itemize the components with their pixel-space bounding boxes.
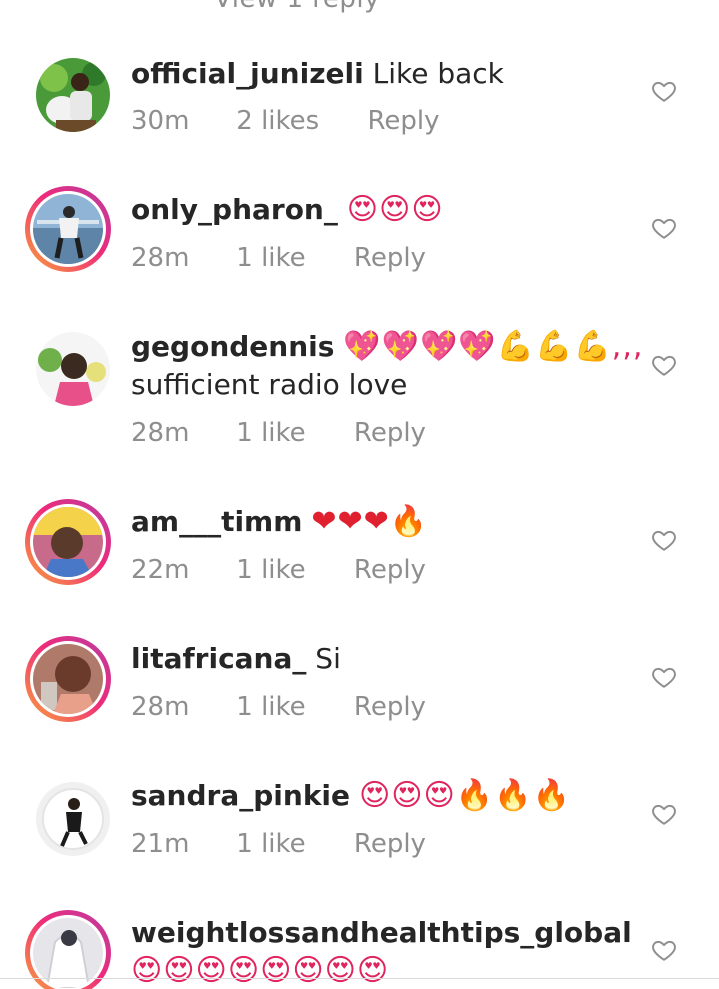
reply-button[interactable]: Reply — [354, 418, 426, 448]
reply-button[interactable]: Reply — [354, 555, 426, 585]
heart-outline-icon[interactable] — [651, 215, 677, 241]
comment-time: 22m — [131, 555, 190, 585]
reply-button[interactable]: Reply — [354, 829, 426, 859]
heart-outline-icon[interactable] — [651, 937, 677, 963]
comment-text: gegondennis 💖💖💖💖💪💪💪,,, — [131, 328, 642, 366]
comment-emoji: 😍😍😍😍😍😍😍😍 — [131, 953, 390, 988]
comment-time: 21m — [131, 829, 190, 859]
user-photo-icon — [36, 782, 110, 856]
heart-outline-icon[interactable] — [651, 527, 677, 553]
reply-button[interactable]: Reply — [354, 692, 426, 722]
comment-username[interactable]: weightlossandhealthtips_global — [131, 916, 632, 949]
comment-emoji: 💖💖💖💖💪💪💪,,, — [343, 329, 644, 364]
comment-likes[interactable]: 1 like — [236, 829, 305, 859]
comment-time: 28m — [131, 418, 190, 448]
avatar[interactable] — [30, 52, 116, 138]
comment-text: official_junizeli Like back — [131, 55, 631, 93]
comment-meta: 21m 1 like Reply — [131, 829, 426, 859]
comment-time: 28m — [131, 692, 190, 722]
comment-meta: 30m 2 likes Reply — [131, 106, 439, 136]
comment-meta: 28m 1 like Reply — [131, 692, 426, 722]
comment-time: 30m — [131, 106, 190, 136]
heart-outline-icon[interactable] — [651, 78, 677, 104]
user-photo-icon — [33, 194, 103, 264]
reply-button[interactable]: Reply — [354, 243, 426, 273]
comment-body: Si — [315, 642, 341, 675]
comment-username[interactable]: am___timm — [131, 505, 302, 538]
avatar[interactable] — [25, 186, 111, 272]
comment-likes[interactable]: 1 like — [236, 243, 305, 273]
divider — [0, 978, 719, 979]
comment-likes[interactable]: 2 likes — [236, 106, 319, 136]
comment-text: sandra_pinkie 😍😍😍🔥🔥🔥 — [131, 777, 631, 815]
comment-username[interactable]: gegondennis — [131, 330, 334, 363]
comment-username[interactable]: only_pharon_ — [131, 193, 338, 226]
comment-meta: 28m 1 like Reply — [131, 418, 426, 448]
avatar[interactable] — [25, 499, 111, 585]
comment-meta: 28m 1 like Reply — [131, 243, 426, 273]
reply-button[interactable]: Reply — [367, 106, 439, 136]
avatar[interactable] — [30, 326, 116, 412]
heart-outline-icon[interactable] — [651, 664, 677, 690]
comment-text-continued: sufficient radio love — [131, 366, 631, 404]
view-replies-link[interactable]: View 1 reply — [214, 0, 380, 14]
comment-text-continued: 😍😍😍😍😍😍😍😍 — [131, 952, 631, 989]
avatar[interactable] — [30, 776, 116, 862]
comment-meta: 22m 1 like Reply — [131, 555, 426, 585]
comment-likes[interactable]: 1 like — [236, 418, 305, 448]
comment-text: weightlossandhealthtips_global — [131, 914, 632, 952]
user-photo-icon — [33, 644, 103, 714]
avatar[interactable] — [25, 636, 111, 722]
comment-username[interactable]: sandra_pinkie — [131, 779, 350, 812]
heart-outline-icon[interactable] — [651, 801, 677, 827]
comment-time: 28m — [131, 243, 190, 273]
comment-username[interactable]: litafricana_ — [131, 642, 306, 675]
user-photo-icon — [36, 332, 110, 406]
comment-text: am___timm ❤❤❤🔥 — [131, 503, 631, 541]
heart-outline-icon[interactable] — [651, 352, 677, 378]
comment-body: Like back — [372, 57, 504, 90]
comment-likes[interactable]: 1 like — [236, 555, 305, 585]
comment-text: only_pharon_ 😍😍😍 — [131, 191, 631, 229]
comment-emoji: 😍😍😍 — [346, 192, 444, 227]
comment-username[interactable]: official_junizeli — [131, 57, 364, 90]
comment-emoji: ❤❤❤🔥 — [311, 504, 429, 539]
user-photo-icon — [33, 507, 103, 577]
comment-likes[interactable]: 1 like — [236, 692, 305, 722]
comment-emoji: 😍😍😍🔥🔥🔥 — [358, 778, 571, 813]
comment-text: litafricana_ Si — [131, 640, 631, 678]
user-photo-icon — [36, 58, 110, 132]
comments-screen: View 1 reply official_junizeli Like back — [0, 0, 719, 989]
comment-body: sufficient radio love — [131, 368, 408, 401]
